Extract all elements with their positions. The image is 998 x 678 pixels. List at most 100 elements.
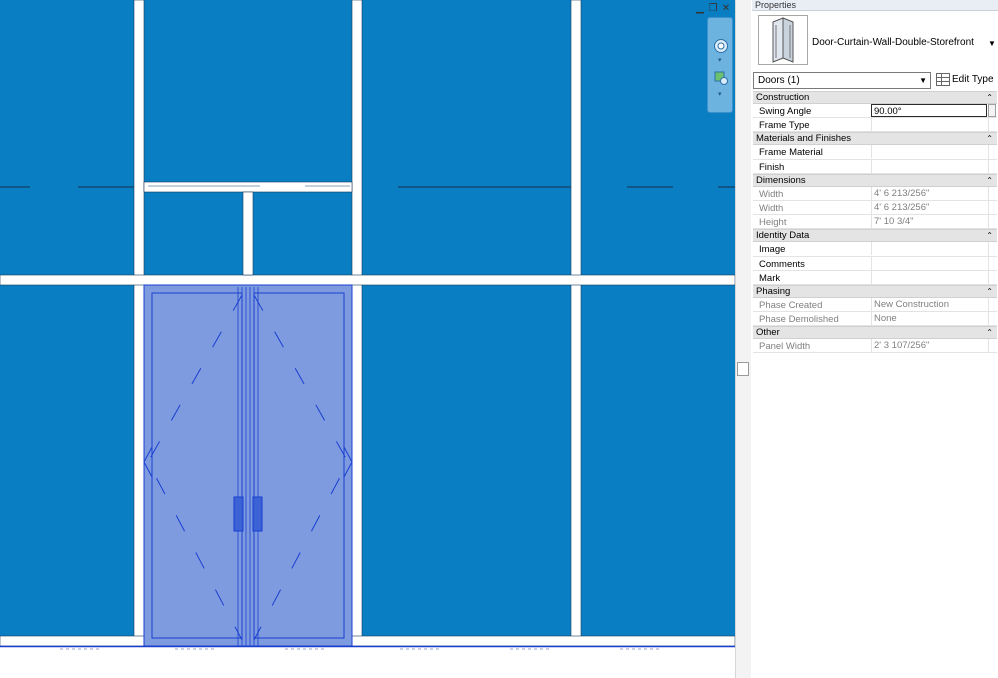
- collapse-icon[interactable]: ⌃: [986, 92, 993, 104]
- group-header[interactable]: Identity Data ⌃: [753, 229, 997, 243]
- property-value[interactable]: [871, 118, 987, 132]
- selected-door[interactable]: [143, 284, 353, 647]
- group-header[interactable]: Phasing ⌃: [753, 284, 997, 298]
- row-border: [988, 339, 989, 354]
- property-value: 7' 10 3/4": [871, 215, 987, 229]
- row-border: [988, 297, 989, 312]
- collapse-icon[interactable]: ⌃: [986, 286, 993, 298]
- group-header[interactable]: Construction ⌃: [753, 91, 997, 104]
- type-selector[interactable]: Door-Curtain-Wall-Double-Storefront ▼: [753, 12, 997, 68]
- property-row: Mark: [753, 270, 997, 285]
- property-value[interactable]: [871, 145, 987, 159]
- property-value[interactable]: 90.00°: [871, 104, 987, 117]
- group-header[interactable]: Other ⌃: [753, 326, 997, 340]
- group-header-label: Other: [756, 327, 780, 339]
- type-name: Door-Curtain-Wall-Double-Storefront: [812, 37, 974, 48]
- property-name: Panel Width: [759, 341, 811, 353]
- property-value[interactable]: [871, 270, 987, 284]
- property-value[interactable]: [871, 159, 987, 173]
- door-handle-left: [233, 496, 244, 532]
- group-header-label: Materials and Finishes: [756, 133, 852, 145]
- property-value: 4' 6 213/256": [871, 186, 987, 200]
- properties-title: Properties: [752, 0, 998, 11]
- collapse-icon[interactable]: ⌃: [986, 230, 993, 242]
- property-row: Phase Created New Construction: [753, 297, 997, 313]
- scrollbar-thumb[interactable]: [737, 362, 749, 376]
- group-header-label: Construction: [756, 92, 810, 103]
- property-row: Finish: [753, 159, 997, 174]
- group-header-label: Phasing: [756, 285, 791, 297]
- property-value[interactable]: [871, 242, 987, 256]
- transom-divider[interactable]: [242, 191, 254, 276]
- vertical-mullion[interactable]: [133, 0, 145, 647]
- property-name: Width: [759, 202, 784, 214]
- property-value: 2' 3 107/256": [871, 339, 987, 353]
- property-name: Height: [759, 217, 787, 229]
- property-name: Frame Material: [759, 147, 823, 159]
- property-row: Phase Demolished None: [753, 312, 997, 327]
- panel-scrollbar[interactable]: [735, 0, 751, 678]
- row-border: [988, 312, 989, 327]
- close-view-icon[interactable]: ✕: [721, 4, 731, 14]
- property-row: Width 4' 6 213/256": [753, 186, 997, 201]
- transom-mullion[interactable]: [143, 181, 353, 193]
- property-name: Comments: [759, 258, 805, 270]
- property-row: Comments: [753, 256, 997, 271]
- drawing-viewport[interactable]: ▁ ❐ ✕ ▾ ▾: [0, 0, 735, 678]
- dropdown-arrow-icon[interactable]: ▾: [718, 56, 722, 64]
- collapse-icon[interactable]: ⌃: [986, 133, 993, 145]
- property-name: Phase Created: [759, 299, 823, 311]
- row-border: [988, 256, 989, 271]
- group-header-label: Identity Data: [756, 230, 810, 242]
- property-row: Width 4' 6 213/256": [753, 200, 997, 216]
- collapse-icon[interactable]: ⌃: [986, 175, 993, 187]
- property-row: Image: [753, 242, 997, 257]
- properties-palette: Properties Door-Curtain-Wall-Double-Stor…: [752, 0, 998, 678]
- row-border: [988, 145, 989, 160]
- property-name: Phase Demolished: [759, 314, 839, 326]
- sill-mullion[interactable]: [0, 635, 735, 647]
- property-value[interactable]: [871, 256, 987, 270]
- property-name: Width: [759, 188, 784, 200]
- navigation-bar: ▾ ▾: [707, 17, 733, 113]
- chevron-down-icon[interactable]: ▼: [988, 39, 996, 48]
- door-handle-right: [252, 496, 263, 532]
- edit-type-button[interactable]: Edit Type: [934, 71, 996, 89]
- steering-wheel-icon[interactable]: [713, 38, 729, 54]
- row-border: [988, 186, 989, 201]
- minimize-view-icon[interactable]: ▁: [695, 4, 705, 14]
- property-name: Swing Angle: [759, 106, 812, 117]
- row-border: [988, 159, 989, 174]
- row-border: [988, 118, 989, 133]
- property-row: Frame Type: [753, 118, 997, 133]
- horizontal-mullion[interactable]: [0, 274, 735, 286]
- property-value: New Construction: [871, 297, 987, 311]
- property-row: Panel Width 2' 3 107/256": [753, 339, 997, 354]
- property-row: Frame Material: [753, 145, 997, 160]
- group-header[interactable]: Dimensions ⌃: [753, 173, 997, 187]
- zoom-region-icon[interactable]: [713, 70, 729, 86]
- property-grid: Construction ⌃ Swing Angle 90.00° Frame Type…: [753, 91, 997, 354]
- property-name: Image: [759, 244, 786, 256]
- vertical-mullion[interactable]: [351, 0, 363, 647]
- instance-filter-value: Doors (1): [758, 75, 800, 86]
- edit-type-label: Edit Type: [952, 74, 994, 85]
- glass-panel[interactable]: [0, 0, 735, 646]
- property-row: Swing Angle 90.00°: [753, 104, 997, 119]
- collapse-icon[interactable]: ⌃: [986, 327, 993, 339]
- instance-filter-dropdown[interactable]: Doors (1) ▼: [753, 72, 931, 89]
- property-value: None: [871, 312, 987, 326]
- property-value: 4' 6 213/256": [871, 200, 987, 214]
- value-edit-button[interactable]: [988, 104, 996, 117]
- chevron-down-icon[interactable]: ▼: [919, 76, 927, 85]
- group-header[interactable]: Materials and Finishes ⌃: [753, 132, 997, 146]
- curtain-wall-elevation[interactable]: [0, 0, 735, 678]
- vertical-mullion[interactable]: [570, 0, 582, 647]
- property-row: Height 7' 10 3/4": [753, 215, 997, 230]
- restore-view-icon[interactable]: ❐: [708, 4, 718, 14]
- door-type-thumbnail: [758, 15, 808, 65]
- dropdown-arrow-icon[interactable]: ▾: [718, 90, 722, 98]
- property-name: Frame Type: [759, 120, 810, 132]
- row-border: [988, 242, 989, 257]
- edit-type-icon: [936, 73, 950, 86]
